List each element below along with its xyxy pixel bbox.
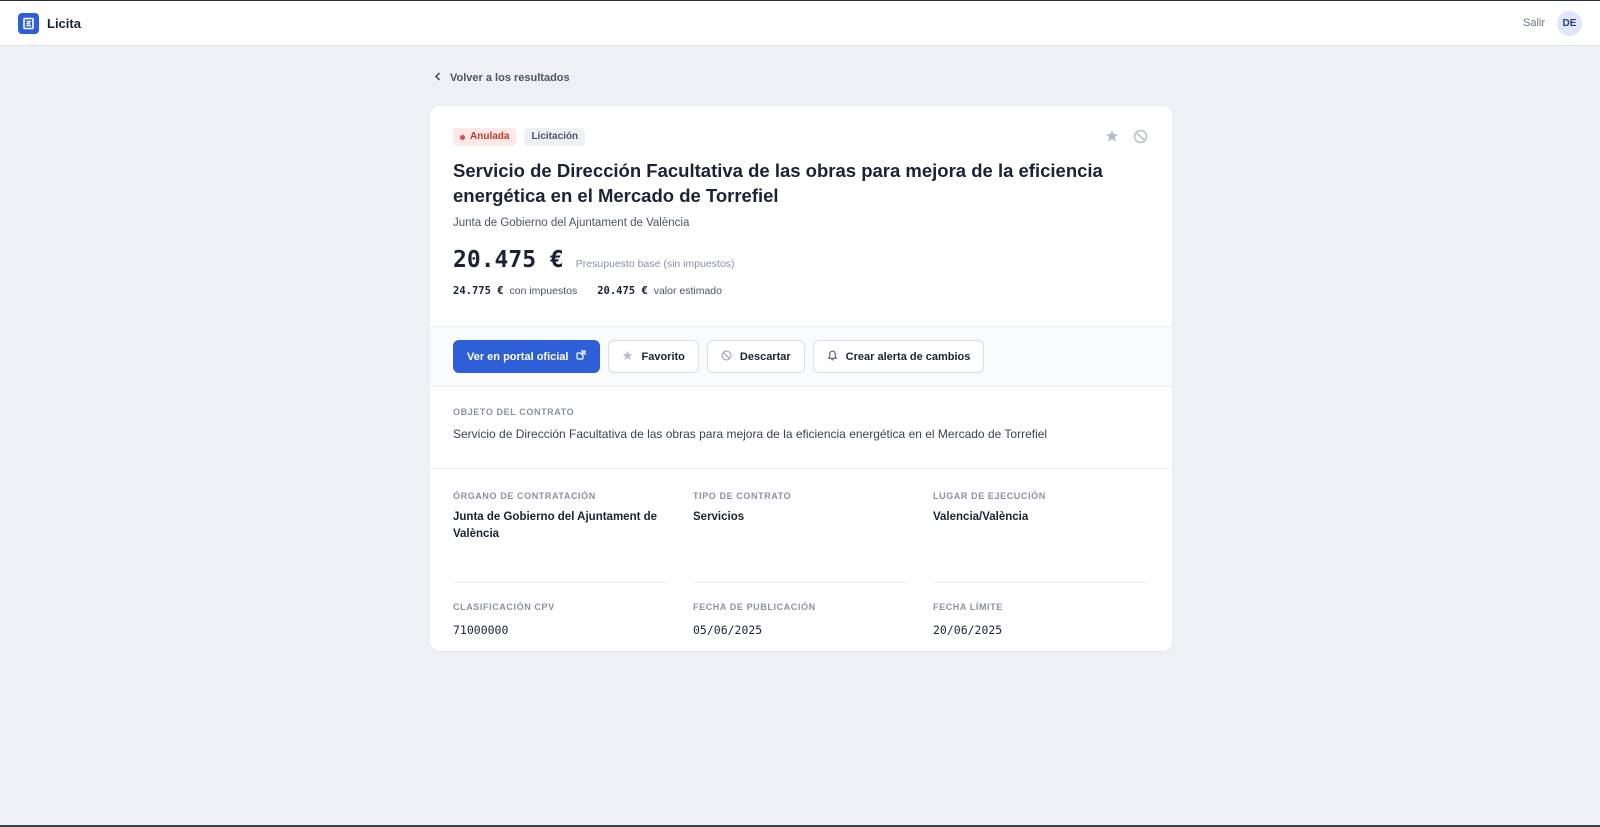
- detail-label: TIPO DE CONTRATO: [693, 491, 792, 501]
- discard-button[interactable]: Descartar: [706, 340, 805, 373]
- estimated-value: 20.475 € valor estimado: [597, 285, 722, 297]
- price-with-tax-label: con impuestos: [509, 285, 578, 297]
- view-portal-button[interactable]: Ver en portal oficial: [453, 340, 601, 373]
- back-link[interactable]: Volver a los resultados: [434, 72, 570, 84]
- favorite-button[interactable]: Favorito: [608, 340, 699, 373]
- detail-value: Valencia/València: [933, 511, 1029, 523]
- detail-label: CLASIFICACIÓN CPV: [453, 602, 555, 612]
- detail-label: ÓRGANO DE CONTRATACIÓN: [453, 491, 596, 501]
- base-price-label: Presupuesto base (sin impuestos): [575, 258, 735, 270]
- detail-value: 05/06/2025: [693, 623, 763, 637]
- detail-cpv: CLASIFICACIÓN CPV 71000000: [453, 602, 669, 651]
- base-price: 20.475 €: [453, 247, 564, 273]
- tender-header: Anulada Licitación Servicio de Dirección…: [430, 106, 1172, 326]
- detail-fecha-publicacion: FECHA DE PUBLICACIÓN 05/06/2025: [693, 602, 909, 651]
- create-alert-button[interactable]: Crear alerta de cambios: [812, 340, 985, 373]
- tender-card: Anulada Licitación Servicio de Dirección…: [430, 106, 1172, 651]
- estimated-value-number: 20.475 €: [597, 285, 648, 297]
- create-alert-label: Crear alerta de cambios: [845, 350, 971, 363]
- star-icon: [622, 350, 633, 364]
- detail-label: LUGAR DE EJECUCIÓN: [933, 491, 1046, 501]
- discard-label: Descartar: [739, 350, 791, 363]
- price-with-tax-value: 24.775 €: [453, 285, 504, 297]
- top-bar: Licita Salir DE: [0, 1, 1600, 46]
- details-grid: ÓRGANO DE CONTRATACIÓN Junta de Gobierno…: [430, 469, 1172, 651]
- contract-object-label: OBJETO DEL CONTRATO: [453, 407, 575, 417]
- detail-lugar: LUGAR DE EJECUCIÓN Valencia/València: [933, 491, 1149, 583]
- bell-icon: [827, 350, 838, 364]
- action-bar: Ver en portal oficial Favorito Descartar…: [430, 326, 1172, 387]
- avatar[interactable]: DE: [1557, 10, 1582, 36]
- type-badge: Licitación: [524, 128, 586, 146]
- external-link-icon: [576, 350, 587, 363]
- detail-fecha-limite: FECHA LÍMITE 20/06/2025: [933, 602, 1149, 651]
- star-icon[interactable]: [1104, 128, 1120, 144]
- favorite-label: Favorito: [641, 350, 685, 363]
- app-name: Licita: [47, 15, 81, 31]
- brand[interactable]: Licita: [18, 12, 81, 34]
- estimated-value-label: valor estimado: [653, 285, 722, 297]
- contract-object-text: Servicio de Dirección Facultativa de las…: [453, 427, 1048, 441]
- ban-icon[interactable]: [1132, 128, 1148, 144]
- tender-organization: Junta de Gobierno del Ajuntament de Valè…: [453, 217, 690, 229]
- logo-icon: [18, 12, 39, 34]
- detail-value: 20/06/2025: [933, 623, 1003, 637]
- back-link-label: Volver a los resultados: [450, 72, 570, 84]
- chevron-left-icon: [434, 72, 442, 84]
- detail-label: FECHA DE PUBLICACIÓN: [693, 602, 816, 612]
- tender-title: Servicio de Dirección Facultativa de las…: [453, 160, 1103, 206]
- price-with-tax: 24.775 € con impuestos: [453, 285, 577, 297]
- detail-organo: ÓRGANO DE CONTRATACIÓN Junta de Gobierno…: [453, 491, 669, 583]
- status-badge: Anulada: [453, 128, 517, 146]
- status-dot-icon: [460, 134, 465, 140]
- detail-value: Servicios: [693, 511, 745, 523]
- detail-value: Junta de Gobierno del Ajuntament de Valè…: [453, 511, 658, 540]
- status-badge-label: Anulada: [470, 131, 510, 142]
- view-portal-label: Ver en portal oficial: [467, 350, 569, 363]
- detail-value: 71000000: [453, 623, 509, 637]
- detail-tipo: TIPO DE CONTRATO Servicios: [693, 491, 909, 583]
- contract-object-section: OBJETO DEL CONTRATO Servicio de Direcció…: [430, 387, 1172, 469]
- detail-label: FECHA LÍMITE: [933, 602, 1003, 612]
- ban-icon: [721, 350, 732, 364]
- logout-link[interactable]: Salir: [1523, 17, 1545, 29]
